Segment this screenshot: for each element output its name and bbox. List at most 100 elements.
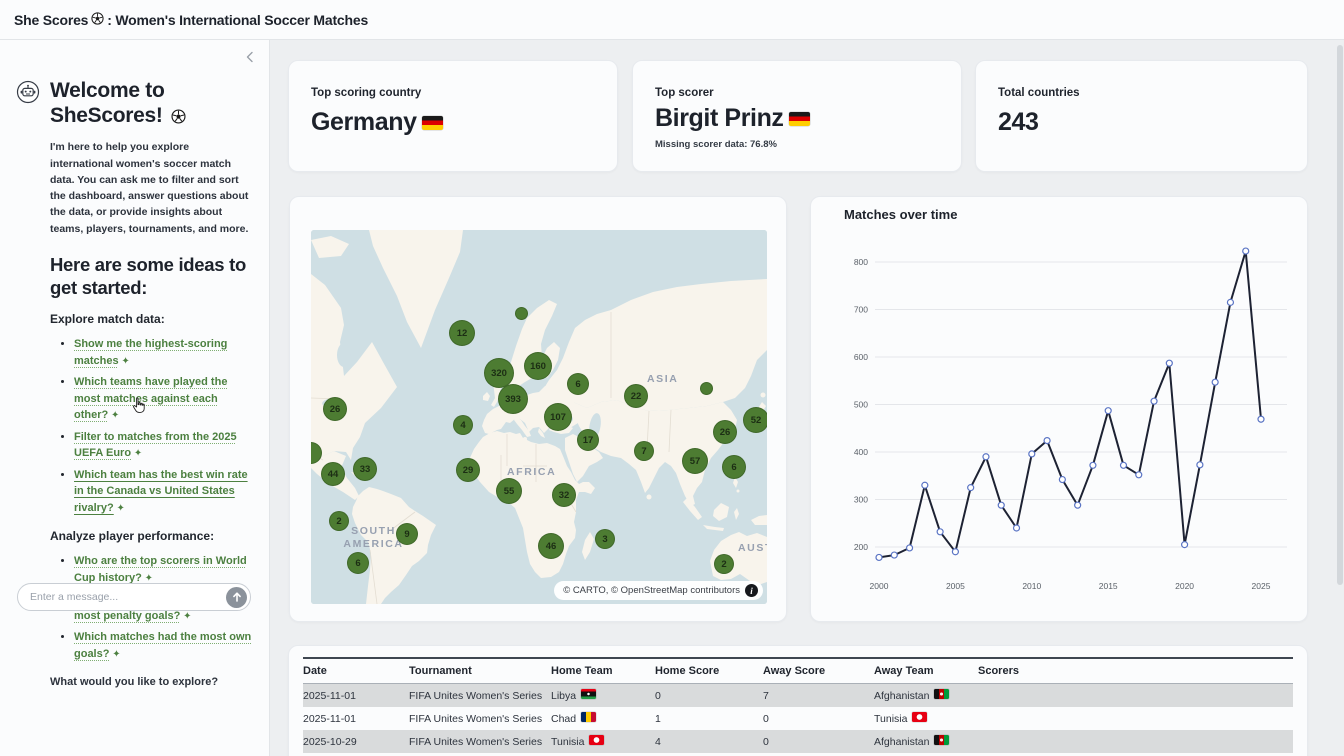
- svg-text:2005: 2005: [946, 581, 965, 591]
- map-cluster-marker[interactable]: 393: [498, 384, 528, 414]
- map-attribution-text[interactable]: © CARTO, © OpenStreetMap contributors: [563, 585, 740, 596]
- map-cluster-marker[interactable]: 55: [496, 478, 522, 504]
- home-score-cell: 0: [655, 684, 763, 708]
- chat-message-input[interactable]: [18, 584, 218, 610]
- idea-list-item: Filter to matches from the 2025 UEFA Eur…: [74, 429, 252, 462]
- flag-tunisia-icon: [912, 712, 927, 722]
- idea-link[interactable]: Which matches had the most own goals?: [74, 631, 251, 660]
- matches-table-header: DateTournamentHome TeamHome ScoreAway Sc…: [303, 658, 1293, 684]
- sidebar-collapse-button[interactable]: [243, 50, 261, 68]
- column-header-date[interactable]: Date: [303, 658, 409, 684]
- team-name: Tunisia: [551, 736, 584, 748]
- map-cluster-marker[interactable]: 17: [577, 429, 599, 451]
- assistant-intro-text: I'm here to help you explore internation…: [50, 139, 252, 237]
- chart-data-point: [1105, 408, 1111, 414]
- column-header-home-team[interactable]: Home Team: [551, 658, 655, 684]
- map-cluster-marker[interactable]: 2: [714, 554, 734, 574]
- sparkle-icon: ✦: [131, 448, 142, 459]
- map-cluster-marker[interactable]: 9: [396, 523, 418, 545]
- map-cluster-marker[interactable]: 12: [449, 320, 475, 346]
- chart-data-point: [1212, 379, 1218, 385]
- column-header-scorers[interactable]: Scorers: [978, 658, 1293, 684]
- map-cluster-marker[interactable]: 160: [524, 352, 552, 380]
- map-cluster-marker[interactable]: 107: [544, 403, 572, 431]
- svg-text:2015: 2015: [1099, 581, 1118, 591]
- map-cluster-marker[interactable]: 57: [682, 448, 708, 474]
- map-cluster-marker[interactable]: 2: [329, 511, 349, 531]
- team-cell: Afghanistan: [874, 730, 978, 753]
- app-title-part1: She Scores: [14, 12, 88, 28]
- map-cluster-marker[interactable]: 29: [456, 458, 480, 482]
- map-cluster-marker[interactable]: [700, 382, 713, 395]
- send-message-button[interactable]: [226, 587, 247, 608]
- chart-data-point: [1044, 438, 1050, 444]
- map-cluster-marker[interactable]: 26: [323, 397, 347, 421]
- info-icon[interactable]: i: [745, 584, 758, 597]
- team-cell: Chad: [551, 707, 655, 730]
- stat-card-total-countries: Total countries 243: [975, 60, 1308, 172]
- team-name: Chad: [551, 713, 576, 725]
- home-score-cell: 1: [655, 707, 763, 730]
- idea-list: Show me the highest-scoring matches ✦Whi…: [50, 336, 252, 516]
- chart-data-point: [983, 454, 989, 460]
- chart-data-point: [1166, 360, 1172, 366]
- map-cluster-marker[interactable]: 44: [321, 462, 345, 486]
- map-cluster-marker[interactable]: 22: [624, 384, 648, 408]
- idea-section-label: Explore match data:: [50, 312, 252, 326]
- idea-list-item: Which matches had the most own goals? ✦: [74, 629, 252, 662]
- team-cell: Libya: [551, 684, 655, 708]
- idea-link[interactable]: Which teams have played the most matches…: [74, 376, 227, 421]
- idea-link[interactable]: Show me the highest-scoring matches: [74, 338, 227, 367]
- column-header-away-team[interactable]: Away Team: [874, 658, 978, 684]
- away-score-cell: 7: [763, 684, 874, 708]
- map-cluster-marker[interactable]: 26: [713, 420, 737, 444]
- idea-link[interactable]: Which team has the best win rate in the …: [74, 469, 248, 514]
- column-header-away-score[interactable]: Away Score: [763, 658, 874, 684]
- map-cluster-marker[interactable]: 6: [567, 373, 589, 395]
- chart-data-point: [937, 529, 943, 535]
- map-cluster-marker[interactable]: 32: [552, 483, 576, 507]
- welcome-title: Welcome to SheScores!: [50, 78, 252, 130]
- chart-data-point: [891, 552, 897, 558]
- idea-link[interactable]: Filter to matches from the 2025 UEFA Eur…: [74, 431, 237, 460]
- chart-data-point: [1227, 299, 1233, 305]
- column-header-home-score[interactable]: Home Score: [655, 658, 763, 684]
- map-cluster-marker[interactable]: 33: [353, 457, 377, 481]
- map-cluster-marker[interactable]: 3: [595, 529, 615, 549]
- map-cluster-marker[interactable]: [515, 307, 528, 320]
- team-name: Afghanistan: [874, 690, 929, 702]
- map-cluster-marker[interactable]: 52: [743, 407, 767, 433]
- date-cell: 2025-11-01: [303, 684, 409, 708]
- page-scrollbar[interactable]: [1337, 41, 1343, 755]
- map-region-label: ASIA: [647, 373, 679, 385]
- chart-data-point: [1029, 451, 1035, 457]
- match-table-row: 2025-10-29FIFA Unites Women's SeriesTuni…: [303, 730, 1293, 753]
- idea-link[interactable]: Who are the top scorers in World Cup his…: [74, 555, 247, 584]
- map-cluster-marker[interactable]: 7: [634, 441, 654, 461]
- svg-text:200: 200: [854, 542, 868, 552]
- column-header-tournament[interactable]: Tournament: [409, 658, 551, 684]
- flag-germany-icon: [422, 116, 443, 130]
- assistant-sidebar: Welcome to SheScores! I'm here to help y…: [0, 40, 270, 756]
- scorers-cell: [978, 730, 1293, 753]
- chart-data-point: [1120, 462, 1126, 468]
- map-cluster-marker[interactable]: 6: [347, 552, 369, 574]
- team-cell: Tunisia: [874, 707, 978, 730]
- page-scrollbar-thumb[interactable]: [1337, 45, 1343, 585]
- map-cluster-marker[interactable]: 4: [453, 415, 473, 435]
- idea-section-label: Analyze player performance:: [50, 529, 252, 543]
- idea-list-item: Show me the highest-scoring matches ✦: [74, 336, 252, 369]
- sparkle-icon: ✦: [114, 503, 125, 514]
- map-cluster-marker[interactable]: 46: [538, 533, 564, 559]
- chart-data-point: [952, 549, 958, 555]
- chart-data-point: [922, 482, 928, 488]
- flag-germany-icon: [789, 112, 810, 126]
- svg-text:700: 700: [854, 305, 868, 315]
- match-table-row: 2025-11-01FIFA Unites Women's SeriesLiby…: [303, 684, 1293, 708]
- svg-text:300: 300: [854, 495, 868, 505]
- world-map[interactable]: ASIAAFRICASOUTHAMERICAAUSTRALIA 12320160…: [311, 230, 767, 604]
- matches-table: DateTournamentHome TeamHome ScoreAway Sc…: [303, 657, 1293, 753]
- team-name: Afghanistan: [874, 736, 929, 748]
- map-cluster-marker[interactable]: 6: [722, 455, 746, 479]
- svg-text:2020: 2020: [1175, 581, 1194, 591]
